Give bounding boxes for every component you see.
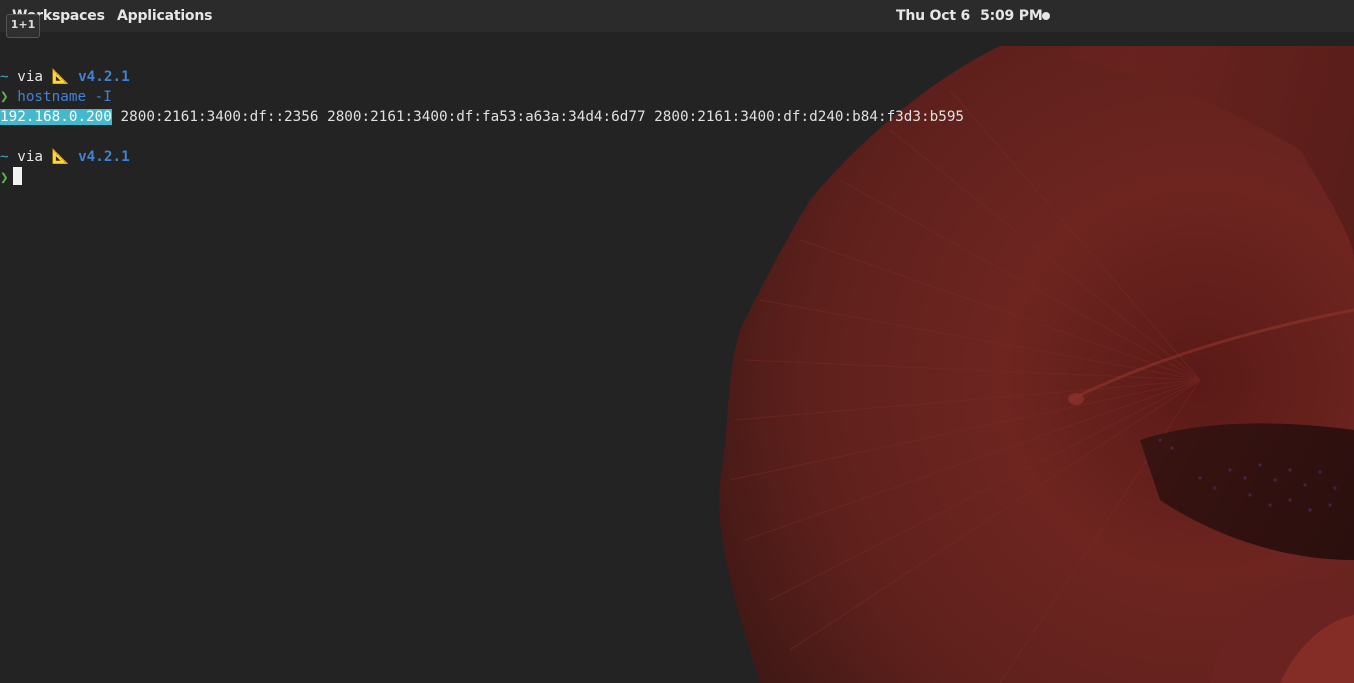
triangular-ruler-icon: 📐 [51,69,70,85]
prompt-version: v4.2.1 [78,69,130,85]
command-output: 192.168.0.200 2800:2161:3400:df::2356 28… [0,107,964,127]
applications-button[interactable]: Applications [113,0,216,32]
notification-dot-icon[interactable] [1042,12,1050,20]
prompt-via: via [17,149,44,165]
prompt-via: via [17,69,44,85]
terminal-window[interactable]: ~ via 📐 v4.2.1 ❯ hostname -I 192.168.0.2… [0,46,1354,683]
clock-time: 5:09 PM [980,8,1043,24]
command-text[interactable]: hostname -I [17,89,112,105]
selected-ip-address[interactable]: 192.168.0.200 [0,109,112,125]
desktop-screen: Workspaces Applications Thu Oct 6 5:09 PM… [0,0,1354,683]
prompt-tilde: ~ [0,149,9,165]
triangular-ruler-icon: 📐 [51,149,70,165]
workspace-indicator[interactable]: 1+1 [6,14,40,38]
top-panel: Workspaces Applications Thu Oct 6 5:09 PM [0,0,1354,32]
command-line: ❯ hostname -I [0,87,112,107]
text-cursor [12,167,22,185]
prompt-line-1: ~ via 📐 v4.2.1 [0,67,130,87]
prompt-line-2: ~ via 📐 v4.2.1 [0,147,130,167]
prompt-arrow-icon: ❯ [0,170,9,186]
clock[interactable]: Thu Oct 6 5:09 PM [896,0,1043,32]
clock-date: Thu Oct 6 [896,8,971,24]
prompt-version: v4.2.1 [78,149,130,165]
output-ipv6-addresses[interactable]: 2800:2161:3400:df::2356 2800:2161:3400:d… [112,109,965,125]
prompt-arrow-icon: ❯ [0,89,9,105]
input-line[interactable]: ❯ [0,167,22,187]
prompt-tilde: ~ [0,69,9,85]
